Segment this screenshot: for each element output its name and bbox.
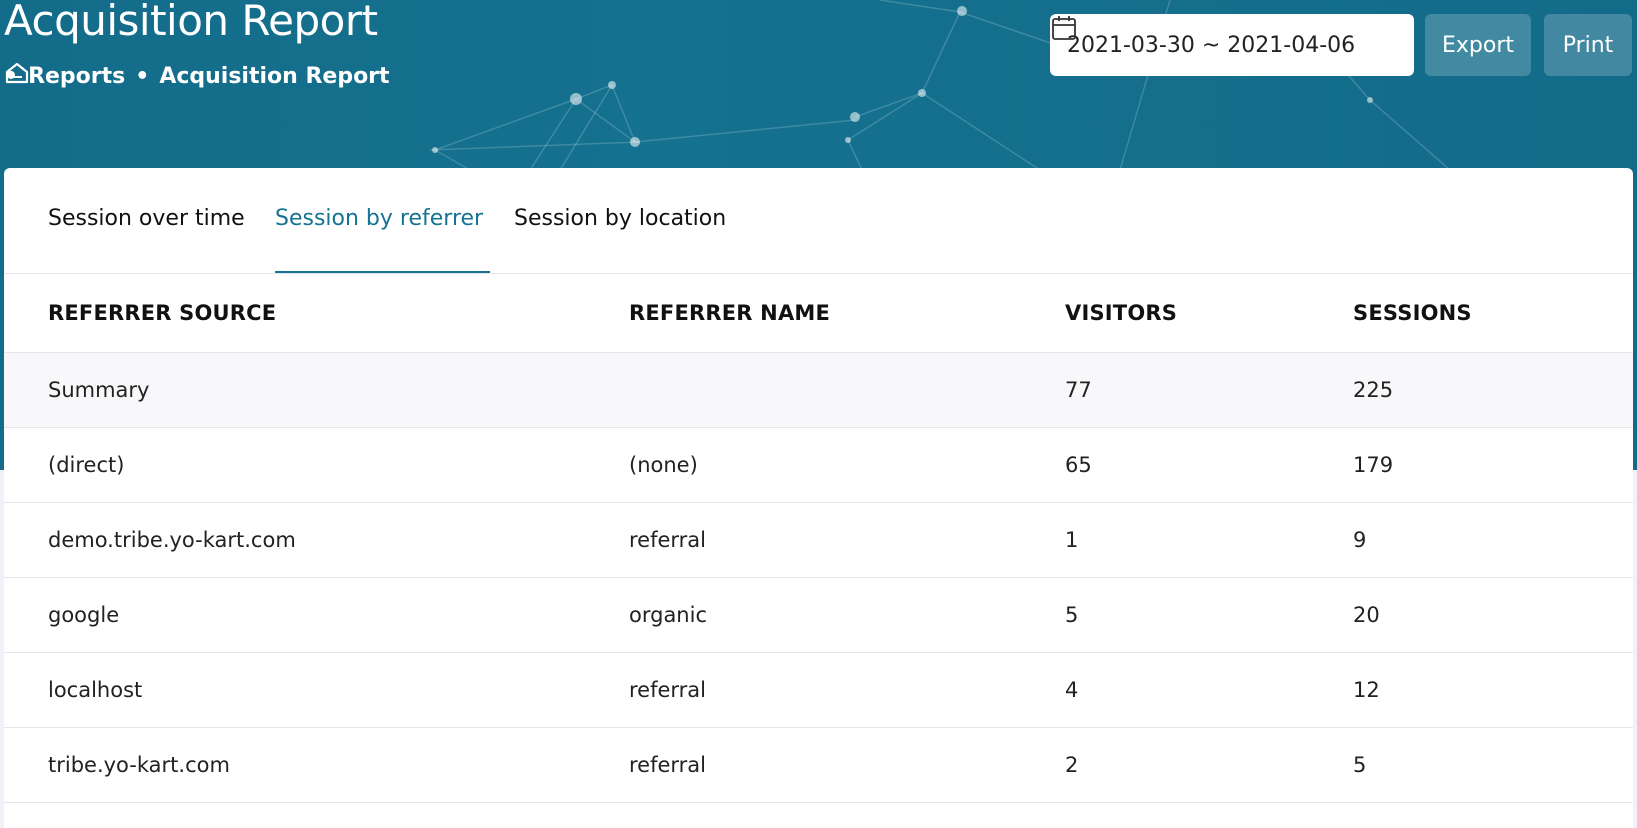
table-row: localhost referral 4 12 — [4, 652, 1633, 728]
referrer-name-cell: referral — [585, 727, 1021, 803]
visitors-cell: 4 — [1021, 652, 1309, 728]
summary-name — [585, 352, 1021, 428]
summary-row: Summary 77 225 — [4, 352, 1633, 428]
breadcrumb-reports-link[interactable]: Reports — [28, 64, 125, 89]
report-tabs: Session over time Session by referrer Se… — [4, 168, 1633, 274]
table-header-row: REFERRER SOURCE REFERRER NAME VISITORS S… — [4, 274, 1633, 353]
referrer-name-cell: (none) — [585, 427, 1021, 503]
page-title: Acquisition Report — [4, 0, 378, 45]
export-button[interactable]: Export — [1425, 14, 1531, 76]
column-header-sessions[interactable]: SESSIONS — [1309, 274, 1633, 353]
table-row: demo.tribe.yo-kart.com referral 1 9 — [4, 502, 1633, 578]
breadcrumb: • Reports • Acquisition Report — [4, 60, 390, 92]
visitors-cell: 5 — [1021, 577, 1309, 653]
referrer-source-cell: localhost — [4, 652, 585, 728]
referrer-source-cell: tribe.yo-kart.com — [4, 727, 585, 803]
print-button[interactable]: Print — [1544, 14, 1632, 76]
breadcrumb-separator: • — [135, 63, 150, 89]
column-header-referrer-source[interactable]: REFERRER SOURCE — [4, 274, 585, 353]
summary-sessions: 225 — [1309, 352, 1633, 428]
column-header-visitors[interactable]: VISITORS — [1021, 274, 1309, 353]
sessions-cell: 5 — [1309, 727, 1633, 803]
tab-session-by-referrer[interactable]: Session by referrer — [275, 206, 490, 273]
sessions-cell: 20 — [1309, 577, 1633, 653]
calendar-icon[interactable] — [1050, 14, 1078, 42]
breadcrumb-current: Acquisition Report — [159, 63, 390, 89]
table-row: (direct) (none) 65 179 — [4, 427, 1633, 503]
date-range-value[interactable]: 2021-03-30 ~ 2021-04-06 — [1067, 33, 1355, 58]
column-header-referrer-name[interactable]: REFERRER NAME — [585, 274, 1021, 353]
visitors-cell: 1 — [1021, 502, 1309, 578]
summary-visitors: 77 — [1021, 352, 1309, 428]
referrer-source-cell: demo.tribe.yo-kart.com — [4, 502, 585, 578]
sessions-cell: 179 — [1309, 427, 1633, 503]
referrer-name-cell: referral — [585, 502, 1021, 578]
visitors-cell: 2 — [1021, 727, 1309, 803]
date-range-picker[interactable]: 2021-03-30 ~ 2021-04-06 — [1050, 14, 1414, 76]
tab-session-over-time[interactable]: Session over time — [48, 206, 245, 273]
referrer-table: REFERRER SOURCE REFERRER NAME VISITORS S… — [4, 274, 1633, 803]
home-icon[interactable] — [4, 60, 30, 86]
referrer-source-cell: google — [4, 577, 585, 653]
tab-session-by-location[interactable]: Session by location — [514, 206, 726, 273]
visitors-cell: 65 — [1021, 427, 1309, 503]
referrer-name-cell: organic — [585, 577, 1021, 653]
summary-label: Summary — [4, 352, 585, 428]
table-row: tribe.yo-kart.com referral 2 5 — [4, 727, 1633, 803]
referrer-name-cell: referral — [585, 652, 1021, 728]
report-card: Session over time Session by referrer Se… — [4, 168, 1633, 828]
table-row: google organic 5 20 — [4, 577, 1633, 653]
sessions-cell: 12 — [1309, 652, 1633, 728]
sessions-cell: 9 — [1309, 502, 1633, 578]
referrer-source-cell: (direct) — [4, 427, 585, 503]
